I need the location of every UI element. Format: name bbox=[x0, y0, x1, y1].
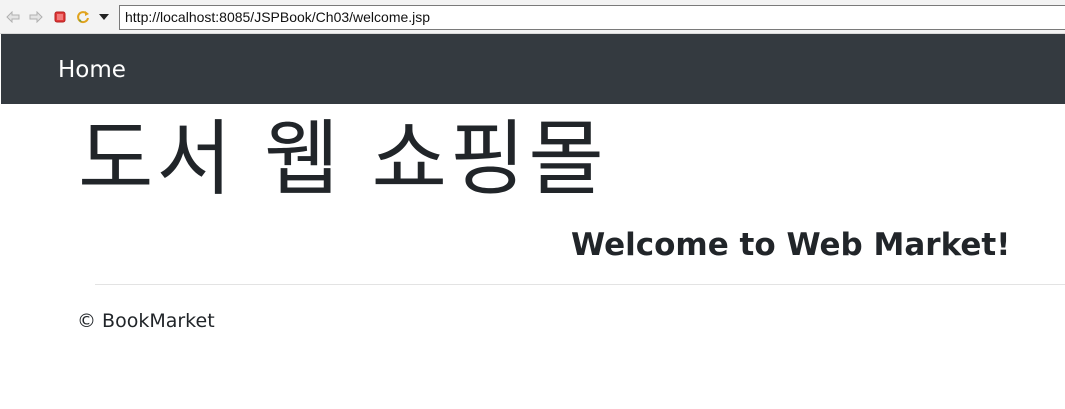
refresh-icon[interactable] bbox=[76, 10, 90, 24]
address-bar[interactable]: http://localhost:8085/JSPBook/Ch03/welco… bbox=[119, 5, 1065, 30]
page-subtitle: Welcome to Web Market! bbox=[571, 227, 1011, 263]
page-title: 도서 웹 쇼핑몰 bbox=[78, 112, 607, 207]
home-link[interactable]: Home bbox=[58, 55, 126, 85]
forward-arrow-icon[interactable] bbox=[29, 10, 43, 24]
browser-toolbar: http://localhost:8085/JSPBook/Ch03/welco… bbox=[0, 0, 1065, 34]
footer-copyright: © BookMarket bbox=[77, 310, 215, 332]
navbar: Home bbox=[1, 34, 1065, 104]
dropdown-arrow-icon[interactable] bbox=[97, 10, 111, 24]
divider bbox=[95, 284, 1065, 285]
back-arrow-icon[interactable] bbox=[6, 10, 20, 24]
stop-icon[interactable] bbox=[53, 10, 67, 24]
